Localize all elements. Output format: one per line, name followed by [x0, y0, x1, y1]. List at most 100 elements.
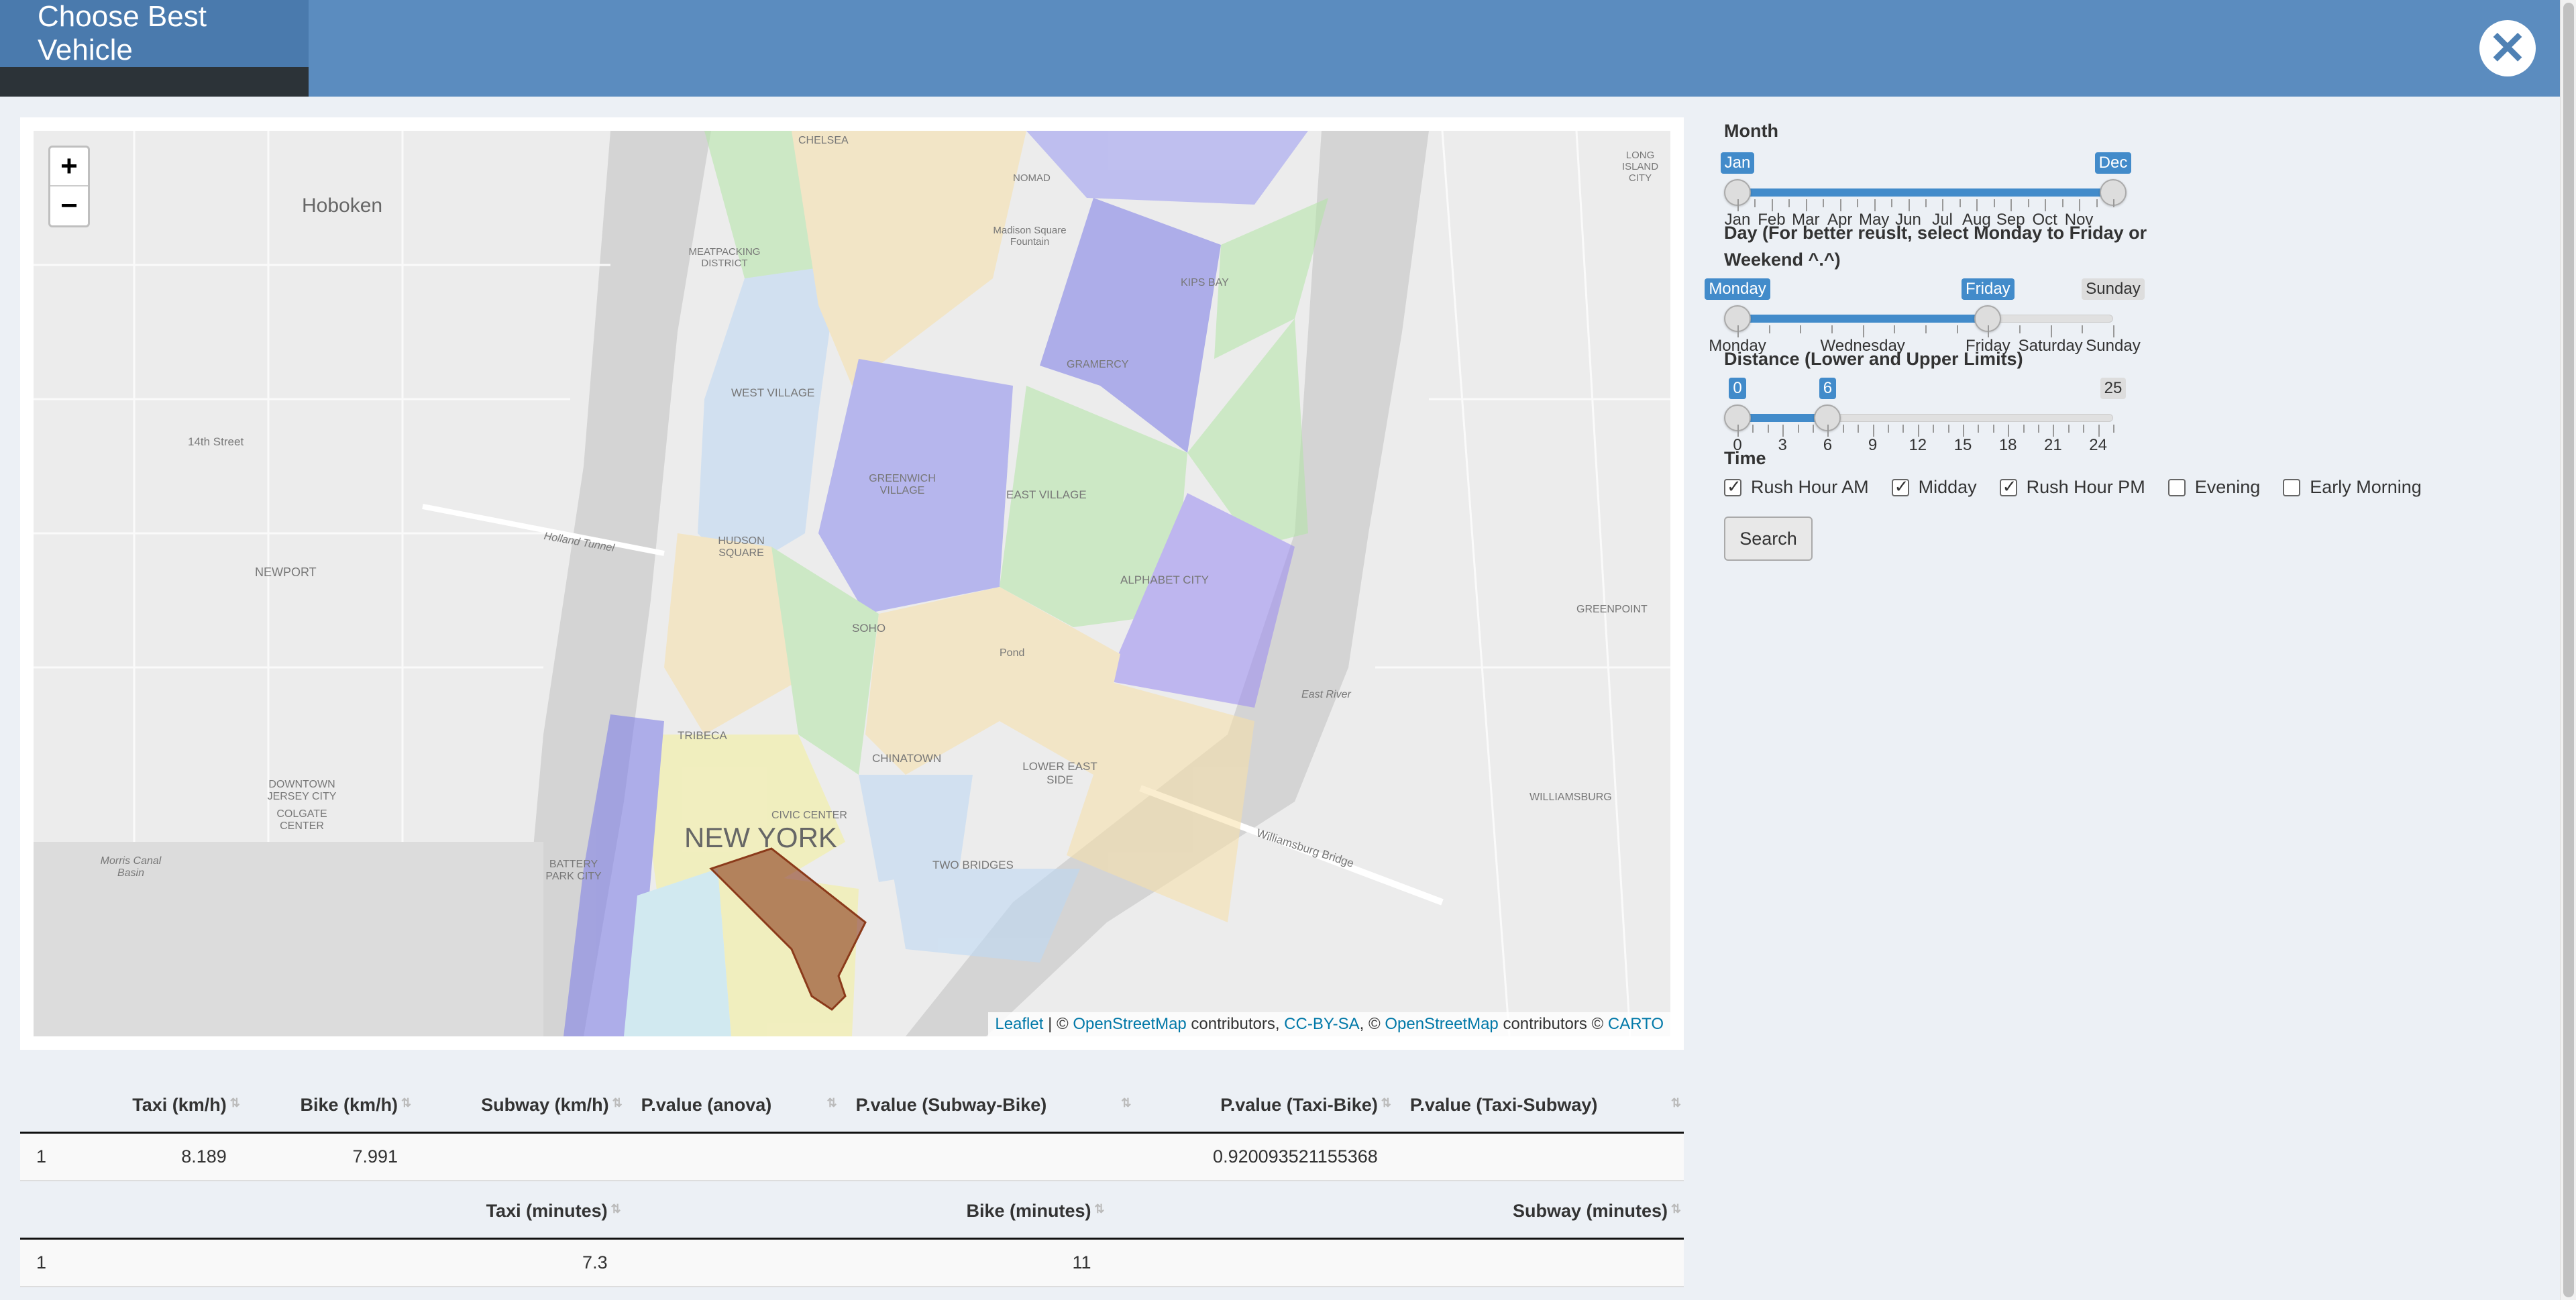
- sort-icon[interactable]: ⇅: [612, 1096, 623, 1110]
- sort-icon[interactable]: ⇅: [1121, 1096, 1131, 1110]
- sort-icon[interactable]: ⇅: [401, 1096, 411, 1110]
- slider-tick: [1805, 199, 1807, 211]
- slider-tick: [2008, 425, 2010, 437]
- vertical-scrollbar[interactable]: [2560, 0, 2576, 1300]
- time-option-evening[interactable]: Evening: [2167, 477, 2260, 498]
- sidebar-toggle-strip[interactable]: [0, 67, 309, 97]
- zoom-in-button[interactable]: +: [50, 148, 88, 186]
- table-cell: 8.189: [76, 1132, 243, 1181]
- search-button[interactable]: Search: [1724, 517, 1813, 561]
- column-header[interactable]: Subway (minutes) ⇅: [1107, 1185, 1684, 1240]
- label-alphabet-city: ALPHABET CITY: [1120, 574, 1209, 586]
- checkbox[interactable]: [2167, 478, 2186, 496]
- table-cell: 7.3: [150, 1238, 624, 1287]
- column-header[interactable]: Bike (km/h) ⇅: [242, 1079, 415, 1134]
- sort-icon[interactable]: ⇅: [1381, 1096, 1391, 1110]
- scrollbar-thumb[interactable]: [2563, 3, 2574, 1297]
- label-soho: SOHO: [852, 622, 886, 635]
- table-header-row: Taxi (minutes) ⇅ Bike (minutes) ⇅ Subway (mi…: [20, 1185, 1684, 1240]
- slider-tick-label: Sep: [1996, 211, 2025, 229]
- day-max-bubble: Sunday: [2082, 278, 2145, 300]
- map-attribution: Leaflet | © OpenStreetMap contributors, …: [988, 1012, 1670, 1036]
- checkbox[interactable]: [2283, 478, 2301, 496]
- column-header-label: Taxi (minutes): [486, 1200, 608, 1221]
- slider-tick: [1925, 199, 1927, 207]
- attribution-sep: | ©: [1043, 1015, 1073, 1033]
- sort-icon[interactable]: ⇅: [230, 1096, 240, 1110]
- day-slider[interactable]: Monday Friday Sunday Monday Wednesday Frid…: [1705, 246, 2145, 355]
- slider-tick: [1842, 425, 1844, 433]
- table-cell: [414, 1132, 625, 1181]
- label-madison-square: Madison Square Fountain: [993, 225, 1067, 248]
- slider-tick-label: Jan: [1724, 211, 1751, 229]
- cc-by-sa-link[interactable]: CC-BY-SA: [1284, 1015, 1359, 1033]
- distance-max-bubble: 25: [2100, 378, 2127, 399]
- slider-tick: [1874, 199, 1876, 211]
- checkbox-label: Rush Hour AM: [1751, 477, 1869, 497]
- column-header[interactable]: P.value (Taxi-Subway) ⇅: [1393, 1079, 1684, 1134]
- app-title: Choose Best Vehicle: [0, 0, 309, 67]
- zoom-out-button[interactable]: −: [50, 186, 88, 225]
- slider-tick-label: Jun: [1895, 211, 1921, 229]
- map-tiles: [34, 131, 1670, 1036]
- column-header[interactable]: P.value (anova) ⇅: [625, 1079, 840, 1134]
- slider-tick: [2061, 199, 2063, 207]
- slider-tick: [1737, 325, 1739, 337]
- slider-tick: [2113, 325, 2114, 337]
- column-header-label: Bike (minutes): [966, 1200, 1091, 1221]
- close-icon[interactable]: ✕: [2479, 20, 2536, 76]
- label-chelsea: CHELSEA: [798, 135, 849, 146]
- sort-icon[interactable]: ⇅: [827, 1096, 837, 1110]
- checkbox[interactable]: [1724, 476, 1741, 497]
- month-slider[interactable]: Jan Dec Jan Feb Mar Apr May Jun Jul Aug Sep Oct No…: [1720, 120, 2132, 229]
- sort-icon[interactable]: ⇅: [1671, 1096, 1681, 1110]
- slider-tick: [1992, 425, 1994, 433]
- slider-tick: [2113, 199, 2114, 207]
- osm-link[interactable]: OpenStreetMap: [1385, 1015, 1498, 1033]
- time-option-early-morning[interactable]: Early Morning: [2283, 477, 2422, 498]
- slider-tick: [1963, 425, 1964, 437]
- distance-slider[interactable]: 0 6 25 0 3 6 9 12 15 18 21 24: [1724, 345, 2127, 454]
- slider-tick: [2053, 425, 2055, 437]
- label-chinatown: CHINATOWN: [872, 752, 942, 765]
- column-header[interactable]: Subway (km/h) ⇅: [414, 1079, 625, 1134]
- sort-icon[interactable]: ⇅: [1671, 1202, 1681, 1216]
- column-header[interactable]: Bike (minutes) ⇅: [623, 1185, 1108, 1240]
- sort-icon[interactable]: ⇅: [611, 1202, 621, 1216]
- slider-tick: [1752, 425, 1754, 433]
- column-header[interactable]: [20, 1079, 76, 1134]
- slider-tick: [1908, 199, 1910, 211]
- slider-tick: [1823, 199, 1825, 207]
- column-header-label: P.value (Taxi-Bike): [1220, 1094, 1378, 1115]
- month-from-bubble: Jan: [1720, 152, 1755, 174]
- column-header[interactable]: P.value (Subway-Bike) ⇅: [839, 1079, 1134, 1134]
- checkbox[interactable]: [1999, 476, 2017, 497]
- leaflet-link[interactable]: Leaflet: [995, 1015, 1043, 1033]
- time-option-midday[interactable]: Midday: [1891, 476, 1977, 498]
- label-tribeca: TRIBECA: [678, 729, 727, 742]
- column-header-label: Taxi (km/h): [132, 1094, 227, 1115]
- label-colgate-center: COLGATE CENTER: [276, 808, 327, 832]
- slider-tick-label: 21: [2044, 436, 2062, 454]
- column-header[interactable]: Taxi (minutes) ⇅: [150, 1185, 624, 1240]
- slider-tick: [1788, 199, 1790, 207]
- label-pond: Pond: [1000, 647, 1025, 659]
- table-cell: 0.920093521155368: [1134, 1132, 1394, 1181]
- distance-to-bubble: 6: [1819, 378, 1837, 399]
- osm-link[interactable]: OpenStreetMap: [1073, 1015, 1186, 1033]
- slider-tick: [2010, 199, 2012, 211]
- column-header[interactable]: Taxi (km/h) ⇅: [76, 1079, 243, 1134]
- time-option-rush-pm[interactable]: Rush Hour PM: [1999, 476, 2145, 498]
- label-greenwich-village: GREENWICH VILLAGE: [869, 473, 936, 496]
- month-fill: [1737, 188, 2113, 197]
- column-header[interactable]: [20, 1185, 151, 1240]
- column-header[interactable]: P.value (Taxi-Bike) ⇅: [1134, 1079, 1394, 1134]
- sort-icon[interactable]: ⇅: [1094, 1202, 1104, 1216]
- carto-link[interactable]: CARTO: [1608, 1015, 1664, 1033]
- month-tick-labels: Jan Feb Mar Apr May Jun Jul Aug Sep Oct Nov: [1725, 211, 2113, 231]
- leaflet-map[interactable]: Hoboken NEWPORT DOWNTOWN JERSEY CITY COL…: [34, 131, 1670, 1036]
- time-option-rush-am[interactable]: Rush Hour AM: [1724, 476, 1869, 498]
- checkbox[interactable]: [1891, 476, 1909, 497]
- distance-from-bubble: 0: [1729, 378, 1746, 399]
- slider-tick-label: Jul: [1932, 211, 1953, 229]
